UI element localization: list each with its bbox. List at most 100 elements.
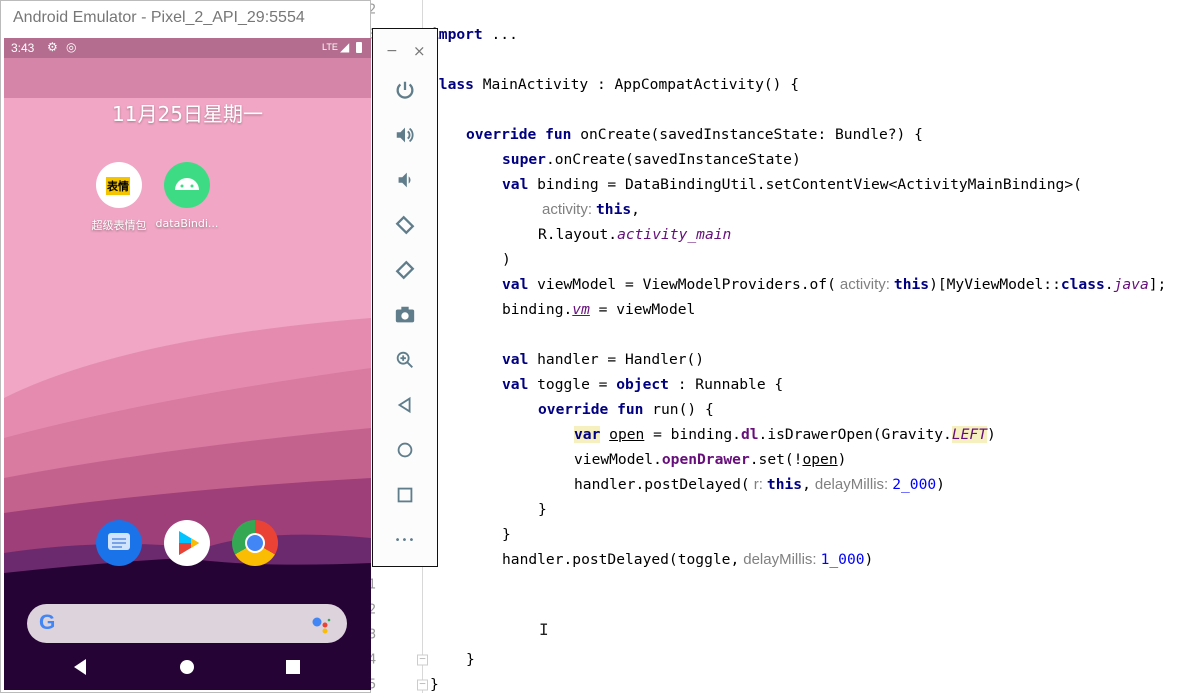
minimize-button[interactable]: − [386, 43, 398, 59]
parameter-hint: activity: [542, 201, 593, 218]
emulator-toolbar: − × ••• [372, 28, 438, 567]
zoom-button[interactable] [392, 347, 418, 373]
code-line: import ... [430, 25, 518, 45]
code-token: override fun [466, 126, 572, 143]
window-title: Android Emulator - Pixel_2_API_29:5554 [13, 9, 305, 26]
fold-collapse-icon[interactable]: − [417, 654, 428, 666]
code-line: } [466, 650, 475, 670]
code-line: } [502, 525, 511, 545]
code-token: val [502, 176, 529, 193]
rotate-right-icon [395, 260, 415, 280]
code-token: viewModel. [574, 451, 662, 468]
code-token: java [1113, 276, 1149, 293]
code-token: ) [864, 551, 874, 568]
code-line: super.onCreate(savedInstanceState) [502, 150, 801, 170]
volume-down-icon [398, 172, 411, 188]
nav-overview-icon[interactable] [286, 660, 300, 674]
power-icon [396, 81, 414, 99]
code-token: 2_000 [892, 476, 937, 493]
close-button[interactable]: × [413, 42, 426, 60]
parameter-hint: delayMillis: [814, 476, 889, 493]
code-token: this [893, 276, 930, 293]
code-token: this [766, 476, 803, 493]
code-token: override fun [538, 401, 644, 418]
code-token: viewModel = ViewModelProviders.of( [528, 276, 836, 293]
phone-screen[interactable]: 3:43 ⚙ ◎ LTE ◢ 11月25日星期一 表情 超级表情包 dataBi… [4, 38, 371, 690]
sync-icon: ◎ [66, 40, 77, 54]
wallpaper [4, 38, 371, 690]
chrome-icon[interactable] [232, 520, 278, 566]
code-token: 1_000 [820, 551, 865, 568]
code-token: = binding. [644, 426, 741, 443]
volume-up-button[interactable] [392, 122, 418, 148]
code-line: val viewModel = ViewModelProviders.of(ac… [502, 275, 1166, 295]
rotate-right-button[interactable] [392, 257, 418, 283]
code-line: val binding = DataBindingUtil.setContent… [502, 175, 1082, 195]
code-line: val toggle = object : Runnable { [502, 375, 783, 395]
code-token: class [1060, 276, 1105, 293]
signal-icon: ◢ [340, 40, 350, 54]
fold-collapse-icon[interactable]: − [417, 679, 428, 691]
code-token: } [538, 501, 547, 518]
code-token: = viewModel [589, 301, 696, 318]
android-app-icon[interactable] [164, 162, 210, 208]
code-token: } [502, 526, 511, 543]
clock: 3:43 [11, 41, 35, 55]
code-line: override fun onCreate(savedInstanceState… [466, 125, 923, 145]
code-line: handler.postDelayed(r: this, delayMillis: 2… [574, 475, 945, 495]
messages-icon[interactable] [96, 520, 142, 566]
overview-icon [397, 487, 413, 503]
code-token: } [430, 676, 439, 693]
code-token: ... [482, 26, 518, 43]
code-token: handler = Handler() [528, 351, 705, 368]
code-token: binding = DataBindingUtil.setContentView… [528, 176, 1082, 193]
code-token: .set(! [749, 451, 803, 468]
code-line: } [430, 675, 439, 695]
code-token: super [502, 151, 546, 168]
code-token: dl [740, 426, 759, 443]
code-token: MainActivity : AppCompatActivity() { [473, 76, 800, 93]
code-line: } [538, 500, 547, 520]
rotate-left-icon [395, 215, 415, 235]
code-token: open [802, 451, 838, 468]
parameter-hint: delayMillis: [743, 551, 817, 568]
play-store-icon[interactable] [164, 520, 210, 566]
code-line: binding.vm = viewModel [502, 300, 695, 320]
back-button[interactable] [392, 392, 418, 418]
assistant-icon[interactable] [311, 614, 335, 634]
date-widget[interactable]: 11月25日星期一 [4, 98, 371, 127]
rotate-left-button[interactable] [392, 212, 418, 238]
volume-up-icon [396, 127, 414, 143]
emulator-window: Android Emulator - Pixel_2_API_29:5554 3… [0, 0, 371, 693]
code-token: . [1104, 276, 1114, 293]
code-token: open [609, 426, 645, 443]
code-line: var open = binding.dl.isDrawerOpen(Gravi… [574, 425, 996, 445]
home-button[interactable] [392, 437, 418, 463]
code-editor[interactable] [360, 0, 1204, 693]
code-token: R.layout. [538, 226, 618, 243]
code-token: : Runnable { [668, 376, 784, 393]
settings-icon: ⚙ [47, 40, 58, 54]
code-token: ]; [1148, 276, 1167, 293]
more-button[interactable]: ••• [392, 527, 418, 553]
google-search-bar[interactable]: G [27, 604, 347, 643]
nav-back-icon[interactable] [72, 658, 88, 676]
code-token: var [574, 426, 601, 443]
zoom-in-icon [396, 351, 413, 368]
app-emoji-icon[interactable]: 表情 [96, 162, 142, 208]
network-type: LTE [322, 42, 338, 52]
nav-home-icon[interactable] [179, 659, 195, 675]
code-token: , [631, 201, 640, 218]
code-token: this [596, 201, 632, 218]
screenshot-button[interactable] [392, 302, 418, 328]
code-token: val [502, 276, 529, 293]
code-line: handler.postDelayed(toggle, delayMillis: 1… [502, 550, 873, 570]
power-button[interactable] [392, 77, 418, 103]
code-token: ) [837, 451, 847, 468]
back-icon [397, 396, 411, 414]
code-line: activity: this, [538, 200, 640, 220]
code-token: binding. [502, 301, 573, 318]
volume-down-button[interactable] [392, 167, 418, 193]
code-token: object [616, 376, 669, 393]
overview-button[interactable] [392, 482, 418, 508]
